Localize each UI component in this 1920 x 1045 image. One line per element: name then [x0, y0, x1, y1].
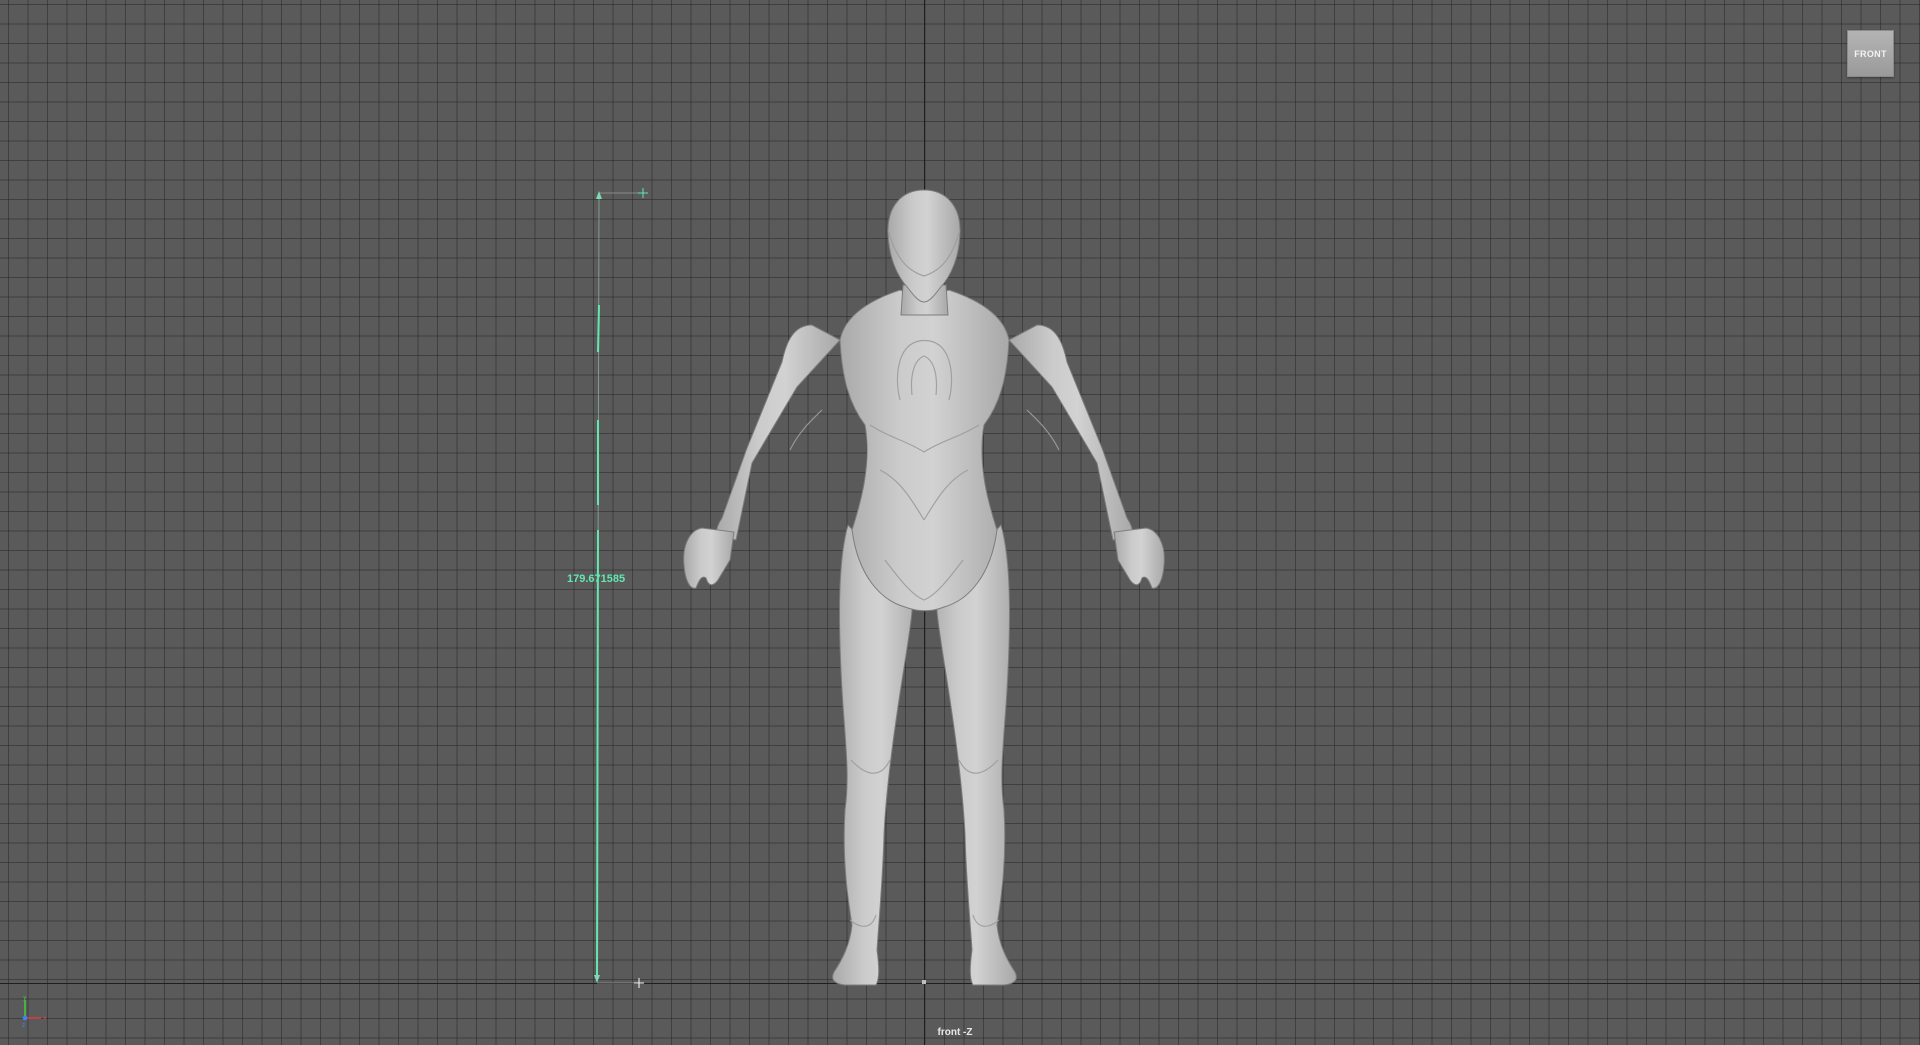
- svg-text:y: y: [23, 996, 27, 1001]
- camera-name-label: front -Z: [937, 1027, 973, 1038]
- view-cube[interactable]: FRONT: [1847, 30, 1894, 77]
- view-cube-label: FRONT: [1854, 48, 1887, 59]
- humanoid-model[interactable]: [0, 0, 1920, 1045]
- viewport-panel[interactable]: 179.671585 FRONT y x z front -Z: [0, 0, 1920, 1045]
- svg-text:x: x: [43, 1015, 47, 1022]
- origin-marker: [922, 980, 926, 984]
- axis-gizmo-icon: y x z: [22, 996, 47, 1028]
